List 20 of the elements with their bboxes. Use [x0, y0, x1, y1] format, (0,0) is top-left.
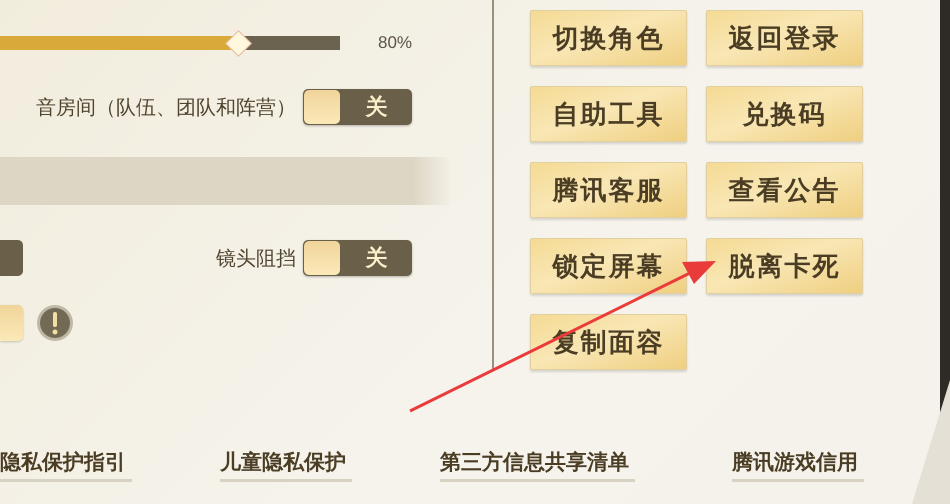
menu-button[interactable]: 自助工具: [530, 86, 687, 142]
footer-link[interactable]: 腾讯游戏信用: [732, 440, 864, 482]
menu-button[interactable]: 切换角色: [530, 10, 687, 66]
volume-reading: 80%: [378, 33, 412, 53]
warning-icon[interactable]: [36, 304, 74, 342]
menu-button[interactable]: 腾讯客服: [530, 162, 687, 218]
footer-link[interactable]: 隐私保护指引: [0, 440, 132, 482]
setting-label: 音房间（队伍、团队和阵营）: [36, 96, 296, 120]
menu-button[interactable]: 查看公告: [706, 162, 863, 218]
footer-link[interactable]: 儿童隐私保护: [220, 440, 352, 482]
setting-label: 镜头阻挡: [216, 246, 296, 272]
menu-button[interactable]: 返回登录: [706, 10, 863, 66]
toggle-switch[interactable]: 关: [303, 89, 412, 125]
footer-link[interactable]: 第三方信息共享清单: [440, 440, 635, 482]
toggle-switch[interactable]: [0, 240, 23, 276]
menu-button[interactable]: 脱离卡死: [706, 238, 863, 294]
menu-button[interactable]: 兑换码: [706, 86, 863, 142]
toggle-switch[interactable]: 关: [303, 240, 412, 276]
toggle-switch[interactable]: [0, 305, 23, 341]
menu-button[interactable]: 锁定屏幕: [530, 238, 687, 294]
